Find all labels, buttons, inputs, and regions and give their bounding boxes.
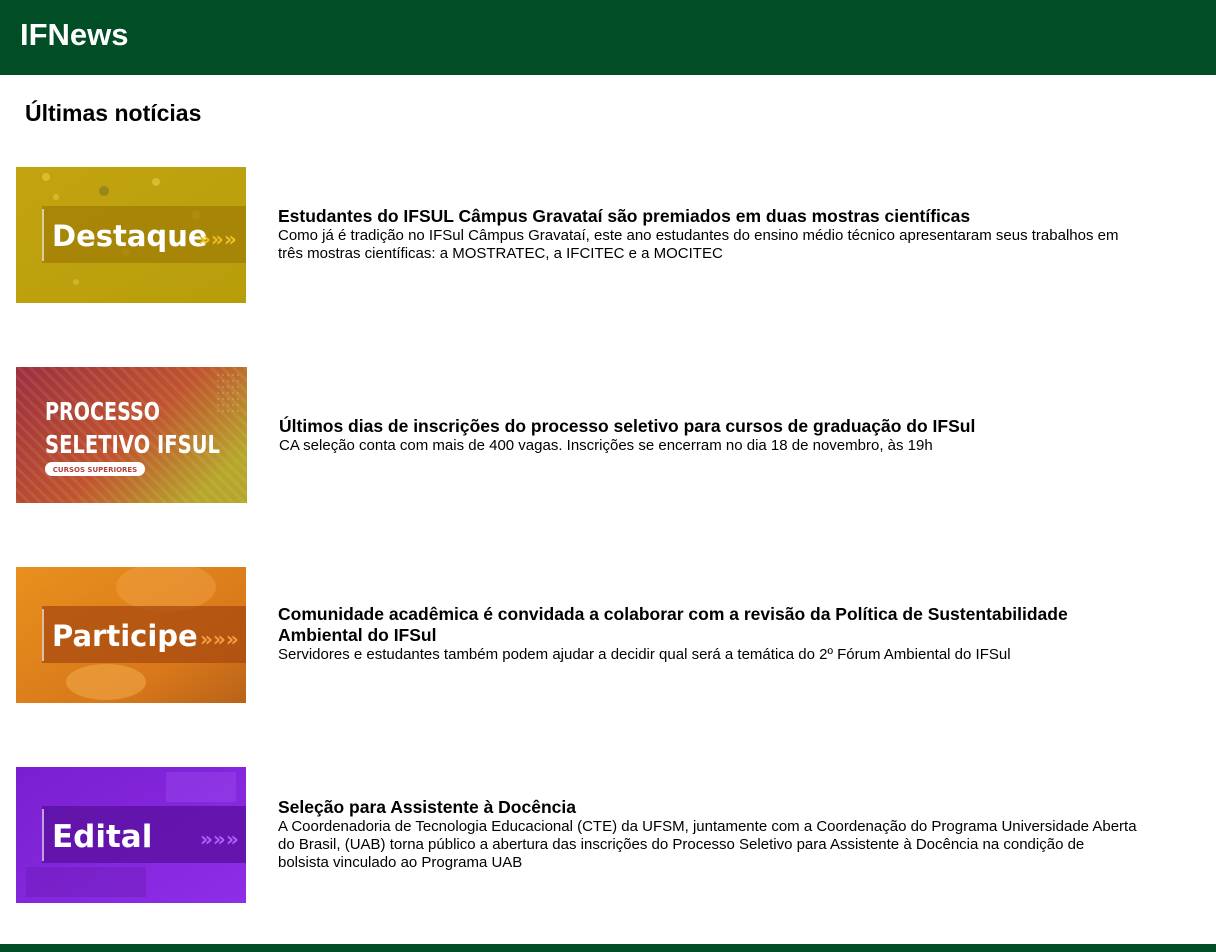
news-description: A Coordenadoria de Tecnologia Educaciona… [278, 818, 1137, 871]
thumb-label-line2: SELETIVO IFSUL [45, 430, 220, 459]
svg-text:»»»: »»» [198, 227, 237, 251]
site-logo-text[interactable]: IFNews [20, 17, 129, 53]
news-title[interactable]: Seleção para Assistente à Docência [278, 797, 1138, 818]
news-thumbnail-participe[interactable]: Participe »»» [16, 567, 246, 703]
edital-banner-image: Edital »»» [16, 767, 246, 903]
news-title[interactable]: Estudantes do IFSUL Câmpus Gravataí são … [278, 206, 1138, 227]
news-item[interactable]: PROCESSO SELETIVO IFSUL CURSOS SUPERIORE… [16, 367, 1196, 507]
processo-seletivo-banner-image: PROCESSO SELETIVO IFSUL CURSOS SUPERIORE… [16, 367, 247, 503]
participe-banner-image: Participe »»» [16, 567, 246, 703]
thumb-label: Destaque [52, 219, 208, 253]
thumb-label: Participe [52, 619, 198, 653]
news-thumbnail-destaque[interactable]: Destaque »»» [16, 167, 246, 303]
news-description: CA seleção conta com mais de 400 vagas. … [279, 437, 933, 454]
news-item[interactable]: Destaque »»» Estudantes do IFSUL Câmpus … [16, 167, 1196, 307]
news-item[interactable]: Edital »»» Seleção para Assistente à Doc… [16, 767, 1196, 907]
thumb-badge: CURSOS SUPERIORES [53, 466, 137, 474]
news-title[interactable]: Últimos dias de inscrições do processo s… [279, 416, 1139, 437]
thumb-label-line1: PROCESSO [45, 397, 160, 426]
svg-text:»»»: »»» [200, 627, 239, 651]
thumb-label: Edital [52, 819, 152, 855]
destaque-banner-image: Destaque »»» [16, 167, 246, 303]
news-description: Servidores e estudantes também podem aju… [278, 646, 1011, 663]
top-header: IFNews [0, 0, 1216, 75]
news-description: Como já é tradição no IFSul Câmpus Grava… [278, 227, 1119, 262]
news-item[interactable]: Participe »»» Comunidade acadêmica é con… [16, 567, 1196, 707]
news-title[interactable]: Comunidade acadêmica é convidada a colab… [278, 604, 1138, 646]
section-title: Últimas notícias [25, 100, 202, 126]
news-thumbnail-edital[interactable]: Edital »»» [16, 767, 246, 903]
news-thumbnail-processo-seletivo[interactable]: PROCESSO SELETIVO IFSUL CURSOS SUPERIORE… [16, 367, 247, 503]
svg-text:»»»: »»» [200, 827, 239, 851]
footer-bar [0, 944, 1216, 952]
